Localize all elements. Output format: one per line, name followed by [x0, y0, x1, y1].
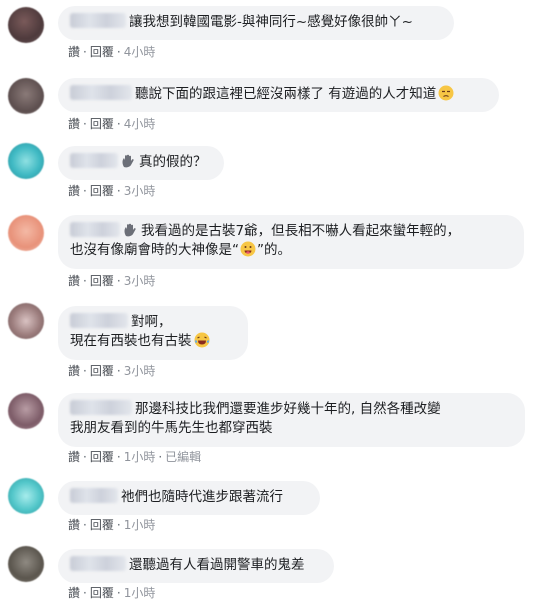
comment-text: 讓我想到韓國電影-與神同行~感覺好像很帥ㄚ~: [129, 14, 413, 30]
avatar[interactable]: [8, 546, 44, 582]
comment-text-line-2: 我朋友看到的牛馬先生也都穿西裝: [70, 420, 273, 436]
avatar[interactable]: [8, 303, 44, 339]
unamused-face-emoji: [438, 85, 454, 101]
avatar[interactable]: [8, 143, 44, 179]
timestamp[interactable]: 3小時: [124, 274, 156, 288]
reply-link[interactable]: 回覆: [90, 274, 114, 288]
wave-hand-icon: [124, 223, 136, 237]
like-link[interactable]: 讚: [68, 364, 80, 378]
timestamp[interactable]: 1小時: [124, 450, 156, 464]
commenter-name[interactable]: [70, 313, 128, 328]
timestamp[interactable]: 3小時: [124, 184, 156, 198]
avatar[interactable]: [8, 393, 44, 429]
like-link[interactable]: 讚: [68, 117, 80, 131]
reply-link[interactable]: 回覆: [90, 117, 114, 131]
comment-bubble: 那邊科技比我們還要進步好幾十年的, 自然各種改變 我朋友看到的牛馬先生也都穿西裝: [58, 393, 525, 447]
commenter-name[interactable]: [70, 13, 126, 28]
comment-text-line-2b: ”的。: [257, 242, 291, 258]
comment-text-line-2a: 也沒有像廟會時的大神像是“: [70, 242, 239, 258]
comment-text-line-1: 對啊，: [131, 314, 172, 330]
commenter-name[interactable]: [70, 488, 118, 503]
timestamp[interactable]: 1小時: [124, 586, 156, 600]
comment-text-line-1: 我看過的是古裝7爺，但長相不嚇人看起來蠻年輕的，: [141, 223, 461, 239]
comment-actions: 讚 · 回覆 · 4小時: [68, 117, 156, 131]
comment-text: 祂們也隨時代進步跟著流行: [121, 489, 283, 505]
like-link[interactable]: 讚: [68, 274, 80, 288]
reply-link[interactable]: 回覆: [90, 586, 114, 600]
comment-text-line-2: 現在有西裝也有古裝: [70, 333, 192, 349]
comment-text: 真的假的？: [139, 154, 207, 170]
reply-link[interactable]: 回覆: [90, 518, 114, 532]
comment-actions: 讚 · 回覆 · 3小時: [68, 184, 156, 198]
commenter-name[interactable]: [70, 222, 120, 237]
comment-bubble: 真的假的？: [58, 146, 224, 180]
commenter-name[interactable]: [70, 153, 118, 168]
laughing-tears-emoji: [194, 332, 209, 348]
comment-actions: 讚 · 回覆 · 3小時: [68, 364, 156, 378]
wave-hand-icon: [122, 154, 134, 168]
like-link[interactable]: 讚: [68, 45, 80, 59]
edited-label[interactable]: 已編輯: [165, 450, 201, 464]
comment-text: 還聽過有人看過開警車的鬼差: [129, 557, 305, 573]
like-link[interactable]: 讚: [68, 184, 80, 198]
comment-actions: 讚 · 回覆 · 1小時: [68, 586, 156, 600]
reply-link[interactable]: 回覆: [90, 184, 114, 198]
comment-bubble: 對啊， 現在有西裝也有古裝: [58, 306, 248, 360]
reply-link[interactable]: 回覆: [90, 450, 114, 464]
like-link[interactable]: 讚: [68, 450, 80, 464]
reply-link[interactable]: 回覆: [90, 364, 114, 378]
timestamp[interactable]: 4小時: [124, 117, 156, 131]
avatar[interactable]: [8, 478, 44, 514]
commenter-name[interactable]: [70, 85, 132, 100]
comment-bubble: 祂們也隨時代進步跟著流行: [58, 481, 320, 515]
tongue-face-emoji: [240, 241, 256, 257]
comment-actions: 讚 · 回覆 · 4小時: [68, 45, 156, 59]
timestamp[interactable]: 1小時: [124, 518, 156, 532]
timestamp[interactable]: 3小時: [124, 364, 156, 378]
comment-text: 聽說下面的跟這裡已經沒兩樣了 有遊過的人才知道: [135, 86, 437, 102]
comment-actions: 讚 · 回覆 · 3小時: [68, 274, 156, 288]
like-link[interactable]: 讚: [68, 518, 80, 532]
comment-bubble: 讓我想到韓國電影-與神同行~感覺好像很帥ㄚ~: [58, 6, 454, 40]
comment-bubble: 聽說下面的跟這裡已經沒兩樣了 有遊過的人才知道: [58, 78, 499, 112]
avatar[interactable]: [8, 215, 44, 251]
avatar[interactable]: [8, 78, 44, 114]
avatar[interactable]: [8, 7, 44, 43]
reply-link[interactable]: 回覆: [90, 45, 114, 59]
comment-bubble: 還聽過有人看過開警車的鬼差: [58, 549, 334, 583]
comment-actions: 讚 · 回覆 · 1小時: [68, 518, 156, 532]
like-link[interactable]: 讚: [68, 586, 80, 600]
comment-text-line-1: 那邊科技比我們還要進步好幾十年的, 自然各種改變: [135, 401, 441, 417]
comment-bubble: 我看過的是古裝7爺，但長相不嚇人看起來蠻年輕的， 也沒有像廟會時的大神像是“ ”的…: [58, 215, 524, 269]
timestamp[interactable]: 4小時: [124, 45, 156, 59]
commenter-name[interactable]: [70, 400, 132, 415]
commenter-name[interactable]: [70, 556, 126, 571]
comment-actions: 讚 · 回覆 · 1小時 · 已編輯: [68, 450, 202, 464]
